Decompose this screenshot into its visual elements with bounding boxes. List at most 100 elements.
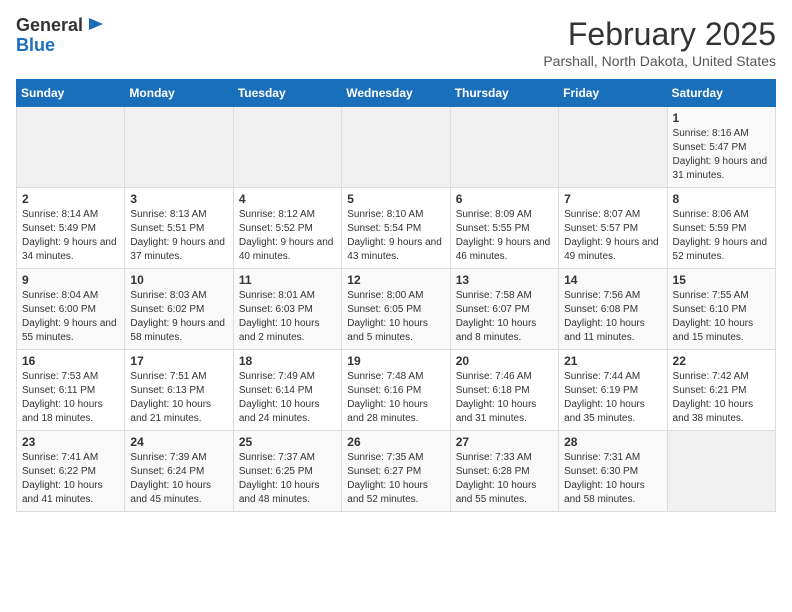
- day-info: Sunrise: 8:10 AM Sunset: 5:54 PM Dayligh…: [347, 208, 444, 264]
- title-block: February 2025 Parshall, North Dakota, Un…: [543, 16, 776, 69]
- calendar-day-cell: 21 Sunrise: 7:44 AM Sunset: 6:19 PM Dayli…: [559, 350, 667, 431]
- calendar-day-cell: 14 Sunrise: 7:56 AM Sunset: 6:08 PM Dayli…: [559, 269, 667, 350]
- day-number: 11: [239, 273, 336, 287]
- calendar-day-cell: [17, 107, 125, 188]
- day-number: 27: [456, 435, 553, 449]
- day-number: 18: [239, 354, 336, 368]
- weekday-header: Sunday: [17, 80, 125, 107]
- calendar-day-cell: 20 Sunrise: 7:46 AM Sunset: 6:18 PM Dayli…: [450, 350, 558, 431]
- calendar-day-cell: 10 Sunrise: 8:03 AM Sunset: 6:02 PM Dayli…: [125, 269, 233, 350]
- weekday-header: Saturday: [667, 80, 775, 107]
- calendar-day-cell: 11 Sunrise: 8:01 AM Sunset: 6:03 PM Dayli…: [233, 269, 341, 350]
- day-info: Sunrise: 8:12 AM Sunset: 5:52 PM Dayligh…: [239, 208, 336, 264]
- calendar-day-cell: 25Sunrise: 7:37 AM Sunset: 6:25 PM Dayli…: [233, 431, 341, 512]
- location-title: Parshall, North Dakota, United States: [543, 53, 776, 69]
- day-number: 1: [673, 111, 770, 125]
- page-header: General Blue February 2025 Parshall, Nor…: [16, 16, 776, 69]
- day-number: 25: [239, 435, 336, 449]
- day-number: 6: [456, 192, 553, 206]
- day-info: Sunrise: 7:41 AM Sunset: 6:22 PM Dayligh…: [22, 451, 119, 507]
- calendar-day-cell: [125, 107, 233, 188]
- calendar-day-cell: [233, 107, 341, 188]
- day-number: 17: [130, 354, 227, 368]
- calendar-day-cell: 3 Sunrise: 8:13 AM Sunset: 5:51 PM Daylig…: [125, 188, 233, 269]
- day-info: Sunrise: 7:49 AM Sunset: 6:14 PM Dayligh…: [239, 370, 336, 426]
- day-info: Sunrise: 7:46 AM Sunset: 6:18 PM Dayligh…: [456, 370, 553, 426]
- day-number: 5: [347, 192, 444, 206]
- day-info: Sunrise: 8:03 AM Sunset: 6:02 PM Dayligh…: [130, 289, 227, 345]
- logo: General Blue: [16, 16, 105, 56]
- month-title: February 2025: [543, 16, 776, 53]
- day-number: 10: [130, 273, 227, 287]
- day-info: Sunrise: 7:33 AM Sunset: 6:28 PM Dayligh…: [456, 451, 553, 507]
- calendar-day-cell: 15 Sunrise: 7:55 AM Sunset: 6:10 PM Dayli…: [667, 269, 775, 350]
- calendar-day-cell: 22Sunrise: 7:42 AM Sunset: 6:21 PM Dayli…: [667, 350, 775, 431]
- day-number: 19: [347, 354, 444, 368]
- day-number: 14: [564, 273, 661, 287]
- calendar-day-cell: 16 Sunrise: 7:53 AM Sunset: 6:11 PM Dayli…: [17, 350, 125, 431]
- calendar-day-cell: 12Sunrise: 8:00 AM Sunset: 6:05 PM Dayli…: [342, 269, 450, 350]
- calendar-day-cell: 5 Sunrise: 8:10 AM Sunset: 5:54 PM Daylig…: [342, 188, 450, 269]
- day-number: 23: [22, 435, 119, 449]
- day-number: 28: [564, 435, 661, 449]
- weekday-header: Monday: [125, 80, 233, 107]
- day-info: Sunrise: 7:31 AM Sunset: 6:30 PM Dayligh…: [564, 451, 661, 507]
- weekday-header-row: SundayMondayTuesdayWednesdayThursdayFrid…: [17, 80, 776, 107]
- day-info: Sunrise: 7:35 AM Sunset: 6:27 PM Dayligh…: [347, 451, 444, 507]
- day-info: Sunrise: 8:13 AM Sunset: 5:51 PM Dayligh…: [130, 208, 227, 264]
- calendar-day-cell: 17 Sunrise: 7:51 AM Sunset: 6:13 PM Dayli…: [125, 350, 233, 431]
- day-number: 12: [347, 273, 444, 287]
- day-info: Sunrise: 7:56 AM Sunset: 6:08 PM Dayligh…: [564, 289, 661, 345]
- day-number: 8: [673, 192, 770, 206]
- day-info: Sunrise: 7:48 AM Sunset: 6:16 PM Dayligh…: [347, 370, 444, 426]
- day-number: 24: [130, 435, 227, 449]
- calendar-table: SundayMondayTuesdayWednesdayThursdayFrid…: [16, 79, 776, 512]
- day-info: Sunrise: 8:07 AM Sunset: 5:57 PM Dayligh…: [564, 208, 661, 264]
- day-number: 7: [564, 192, 661, 206]
- calendar-day-cell: 9 Sunrise: 8:04 AM Sunset: 6:00 PM Daylig…: [17, 269, 125, 350]
- calendar-day-cell: 18 Sunrise: 7:49 AM Sunset: 6:14 PM Dayli…: [233, 350, 341, 431]
- calendar-day-cell: [342, 107, 450, 188]
- weekday-header: Tuesday: [233, 80, 341, 107]
- calendar-week-row: 1 Sunrise: 8:16 AM Sunset: 5:47 PM Daylig…: [17, 107, 776, 188]
- day-info: Sunrise: 7:55 AM Sunset: 6:10 PM Dayligh…: [673, 289, 770, 345]
- day-number: 21: [564, 354, 661, 368]
- day-info: Sunrise: 7:53 AM Sunset: 6:11 PM Dayligh…: [22, 370, 119, 426]
- day-number: 3: [130, 192, 227, 206]
- day-info: Sunrise: 7:44 AM Sunset: 6:19 PM Dayligh…: [564, 370, 661, 426]
- day-info: Sunrise: 7:42 AM Sunset: 6:21 PM Dayligh…: [673, 370, 770, 426]
- day-info: Sunrise: 7:39 AM Sunset: 6:24 PM Dayligh…: [130, 451, 227, 507]
- calendar-day-cell: 26Sunrise: 7:35 AM Sunset: 6:27 PM Dayli…: [342, 431, 450, 512]
- calendar-day-cell: 6 Sunrise: 8:09 AM Sunset: 5:55 PM Daylig…: [450, 188, 558, 269]
- calendar-day-cell: 8 Sunrise: 8:06 AM Sunset: 5:59 PM Daylig…: [667, 188, 775, 269]
- calendar-day-cell: 27 Sunrise: 7:33 AM Sunset: 6:28 PM Dayli…: [450, 431, 558, 512]
- calendar-day-cell: 4 Sunrise: 8:12 AM Sunset: 5:52 PM Daylig…: [233, 188, 341, 269]
- day-info: Sunrise: 8:16 AM Sunset: 5:47 PM Dayligh…: [673, 127, 770, 183]
- weekday-header: Friday: [559, 80, 667, 107]
- weekday-header: Thursday: [450, 80, 558, 107]
- day-info: Sunrise: 8:01 AM Sunset: 6:03 PM Dayligh…: [239, 289, 336, 345]
- day-info: Sunrise: 8:04 AM Sunset: 6:00 PM Dayligh…: [22, 289, 119, 345]
- day-number: 13: [456, 273, 553, 287]
- weekday-header: Wednesday: [342, 80, 450, 107]
- calendar-day-cell: 28 Sunrise: 7:31 AM Sunset: 6:30 PM Dayli…: [559, 431, 667, 512]
- day-number: 15: [673, 273, 770, 287]
- calendar-day-cell: 7 Sunrise: 8:07 AM Sunset: 5:57 PM Daylig…: [559, 188, 667, 269]
- calendar-week-row: 2Sunrise: 8:14 AM Sunset: 5:49 PM Daylig…: [17, 188, 776, 269]
- calendar-week-row: 23 Sunrise: 7:41 AM Sunset: 6:22 PM Dayli…: [17, 431, 776, 512]
- calendar-day-cell: [667, 431, 775, 512]
- calendar-day-cell: 2Sunrise: 8:14 AM Sunset: 5:49 PM Daylig…: [17, 188, 125, 269]
- logo-icon: [85, 16, 105, 36]
- day-info: Sunrise: 8:06 AM Sunset: 5:59 PM Dayligh…: [673, 208, 770, 264]
- logo-general: General: [16, 16, 83, 36]
- day-number: 20: [456, 354, 553, 368]
- calendar-week-row: 16 Sunrise: 7:53 AM Sunset: 6:11 PM Dayli…: [17, 350, 776, 431]
- day-info: Sunrise: 7:51 AM Sunset: 6:13 PM Dayligh…: [130, 370, 227, 426]
- logo-blue: Blue: [16, 36, 105, 56]
- day-info: Sunrise: 8:09 AM Sunset: 5:55 PM Dayligh…: [456, 208, 553, 264]
- day-number: 4: [239, 192, 336, 206]
- calendar-day-cell: 13Sunrise: 7:58 AM Sunset: 6:07 PM Dayli…: [450, 269, 558, 350]
- calendar-day-cell: [559, 107, 667, 188]
- day-number: 9: [22, 273, 119, 287]
- day-number: 16: [22, 354, 119, 368]
